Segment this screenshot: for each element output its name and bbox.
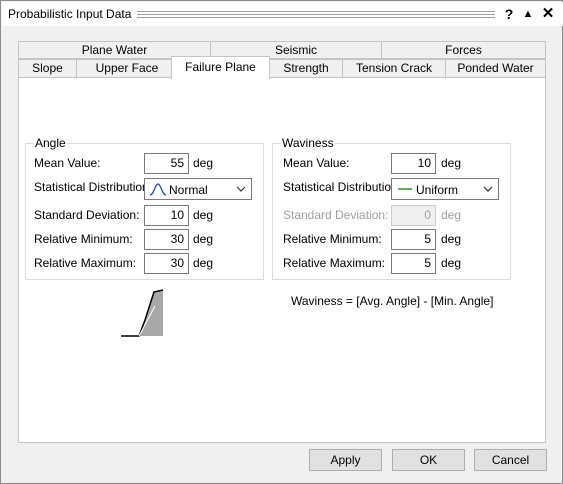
waviness-dist-label: Statistical Distribution:	[283, 180, 402, 194]
angle-mean-unit: deg	[193, 156, 214, 170]
tab-strength[interactable]: Strength	[269, 59, 343, 78]
help-icon[interactable]: ?	[501, 5, 517, 23]
angle-group-title: Angle	[34, 136, 67, 150]
angle-distribution-value: Normal	[169, 183, 208, 197]
ok-button[interactable]: OK	[392, 449, 465, 471]
waviness-std-label: Standard Deviation:	[283, 208, 389, 222]
title-bar[interactable]: Probabilistic Input Data ? ▲ ✕	[2, 2, 563, 26]
angle-relmax-label: Relative Maximum:	[34, 256, 137, 270]
waviness-std-unit: deg	[441, 208, 462, 222]
tab-failure-plane[interactable]: Failure Plane	[171, 56, 270, 79]
waviness-group: Waviness Mean Value: 10 deg Statistical …	[272, 136, 511, 280]
chevron-down-icon	[483, 186, 493, 192]
failure-plane-diagram	[121, 289, 164, 337]
waviness-mean-label: Mean Value:	[283, 156, 350, 170]
close-icon[interactable]: ✕	[540, 5, 556, 23]
angle-relmin-unit: deg	[193, 232, 214, 246]
tab-ponded-water[interactable]: Ponded Water	[445, 59, 546, 78]
angle-mean-input[interactable]: 55	[144, 153, 189, 174]
waviness-group-title: Waviness	[281, 136, 335, 150]
apply-button[interactable]: Apply	[309, 449, 382, 471]
angle-std-input[interactable]: 10	[144, 205, 189, 226]
angle-relmax-unit: deg	[193, 256, 214, 270]
angle-relmin-input[interactable]: 30	[144, 229, 189, 250]
angle-mean-label: Mean Value:	[34, 156, 101, 170]
tab-upper-face[interactable]: Upper Face	[76, 59, 178, 78]
waviness-distribution-value: Uniform	[416, 183, 459, 197]
window-title: Probabilistic Input Data	[8, 7, 132, 21]
angle-relmin-label: Relative Minimum:	[34, 232, 133, 246]
uniform-line-icon	[398, 188, 412, 190]
waviness-mean-unit: deg	[441, 156, 462, 170]
dialog-window: Probabilistic Input Data ? ▲ ✕ Plane Wat…	[0, 0, 563, 484]
collapse-icon[interactable]: ▲	[520, 5, 536, 23]
waviness-relmin-label: Relative Minimum:	[283, 232, 382, 246]
chevron-down-icon	[236, 186, 246, 192]
tab-tension-crack[interactable]: Tension Crack	[342, 59, 446, 78]
angle-dist-label: Statistical Distribution:	[34, 180, 153, 194]
waviness-formula: Waviness = [Avg. Angle] - [Min. Angle]	[291, 294, 494, 308]
waviness-relmin-unit: deg	[441, 232, 462, 246]
waviness-relmax-input[interactable]: 5	[391, 253, 436, 274]
tab-panel: Angle Mean Value: 55 deg Statistical Dis…	[18, 77, 546, 443]
angle-std-label: Standard Deviation:	[34, 208, 140, 222]
waviness-relmin-input[interactable]: 5	[391, 229, 436, 250]
angle-group: Angle Mean Value: 55 deg Statistical Dis…	[25, 136, 264, 280]
angle-relmax-input[interactable]: 30	[144, 253, 189, 274]
waviness-mean-input[interactable]: 10	[391, 153, 436, 174]
waviness-std-input: 0	[391, 205, 436, 226]
drag-grip[interactable]	[137, 11, 495, 18]
angle-distribution-select[interactable]: Normal	[144, 178, 252, 200]
tab-slope[interactable]: Slope	[18, 59, 77, 78]
angle-std-unit: deg	[193, 208, 214, 222]
normal-curve-icon	[149, 183, 167, 196]
waviness-relmax-unit: deg	[441, 256, 462, 270]
tab-forces[interactable]: Forces	[381, 41, 546, 59]
waviness-distribution-select[interactable]: Uniform	[391, 178, 499, 200]
waviness-relmax-label: Relative Maximum:	[283, 256, 386, 270]
cancel-button[interactable]: Cancel	[474, 449, 547, 471]
